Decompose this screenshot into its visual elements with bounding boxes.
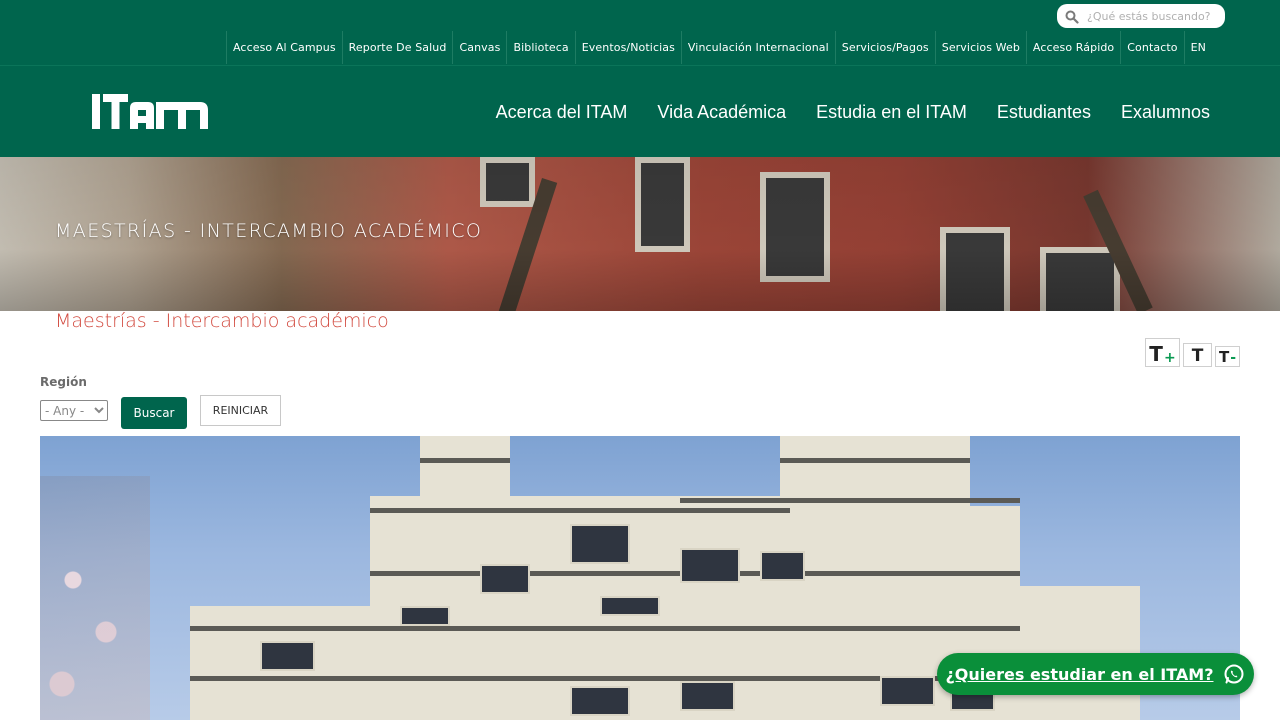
language-toggle-en[interactable]: EN bbox=[1183, 31, 1212, 64]
primary-nav: Acerca del ITAM Vida Académica Estudia e… bbox=[466, 66, 1210, 158]
util-link-eventos-noticias[interactable]: Eventos/Noticias bbox=[574, 31, 681, 64]
search-icon[interactable] bbox=[1065, 9, 1079, 24]
reset-font-button[interactable]: T bbox=[1183, 343, 1212, 367]
increase-font-button[interactable]: T + bbox=[1145, 338, 1180, 367]
whatsapp-icon bbox=[1223, 663, 1245, 685]
util-link-canvas[interactable]: Canvas bbox=[452, 31, 506, 64]
region-select[interactable]: - Any - bbox=[40, 400, 108, 421]
util-link-contacto[interactable]: Contacto bbox=[1120, 31, 1183, 64]
whatsapp-cta-button[interactable]: ¿Quieres estudiar en el ITAM? bbox=[937, 653, 1254, 695]
cta-label: ¿Quieres estudiar en el ITAM? bbox=[945, 664, 1214, 684]
font-size-tools: T + T T- bbox=[1145, 338, 1240, 367]
nav-vida-academica[interactable]: Vida Académica bbox=[657, 102, 786, 123]
reset-button[interactable]: REINICIAR bbox=[200, 395, 281, 426]
util-link-servicios-web[interactable]: Servicios Web bbox=[934, 31, 1026, 64]
itam-logo[interactable] bbox=[92, 94, 210, 130]
region-filter-label: Región bbox=[40, 375, 87, 389]
utility-links: Acceso Al Campus Reporte De Salud Canvas… bbox=[226, 31, 1212, 64]
tree-blossoms bbox=[40, 476, 150, 720]
hero-banner: MAESTRÍAS - INTERCAMBIO ACADÉMICO bbox=[0, 157, 1280, 311]
main-navigation: Acerca del ITAM Vida Académica Estudia e… bbox=[0, 65, 1280, 157]
search-input[interactable] bbox=[1087, 9, 1225, 23]
hero-title: MAESTRÍAS - INTERCAMBIO ACADÉMICO bbox=[55, 220, 483, 242]
util-link-biblioteca[interactable]: Biblioteca bbox=[506, 31, 574, 64]
util-link-vinculacion-internacional[interactable]: Vinculación Internacional bbox=[680, 31, 835, 64]
nav-acerca-del-itam[interactable]: Acerca del ITAM bbox=[496, 102, 628, 123]
nav-estudia-en-el-itam[interactable]: Estudia en el ITAM bbox=[816, 102, 967, 123]
util-link-reporte-salud[interactable]: Reporte De Salud bbox=[341, 31, 453, 64]
util-link-acceso-rapido[interactable]: Acceso Rápido bbox=[1025, 31, 1120, 64]
search-submit-button[interactable]: Buscar bbox=[121, 397, 187, 429]
utility-bar: Acceso Al Campus Reporte De Salud Canvas… bbox=[0, 0, 1280, 65]
page-title: Maestrías - Intercambio académico bbox=[55, 310, 389, 332]
util-link-acceso-campus[interactable]: Acceso Al Campus bbox=[226, 31, 342, 64]
decrease-font-button[interactable]: T- bbox=[1215, 346, 1240, 367]
search-box[interactable] bbox=[1057, 4, 1225, 28]
util-link-servicios-pagos[interactable]: Servicios/Pagos bbox=[834, 31, 935, 64]
nav-exalumnos[interactable]: Exalumnos bbox=[1121, 102, 1210, 123]
nav-estudiantes[interactable]: Estudiantes bbox=[997, 102, 1091, 123]
